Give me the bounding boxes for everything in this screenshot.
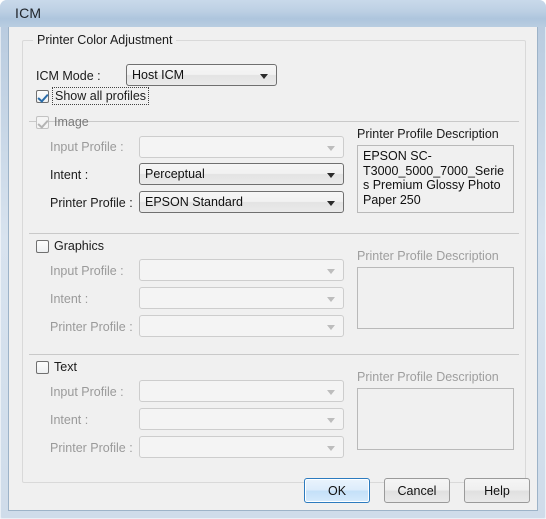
image-intent-label: Intent : [50,168,89,182]
icm-mode-value: Host ICM [132,68,185,82]
image-input-profile-dropdown [139,136,344,158]
text-description-box [357,388,514,450]
icm-dialog-window: ICM Printer Color Adjustment ICM Mode : … [0,0,546,519]
text-section-checkbox[interactable]: Text [36,360,77,374]
image-intent-value: Perceptual [145,167,205,181]
text-description-label: Printer Profile Description [357,370,499,384]
group-title: Printer Color Adjustment [33,33,177,47]
chevron-down-icon [327,325,335,330]
graphics-intent-dropdown [139,287,344,309]
image-section-checkbox[interactable]: Image [36,115,89,129]
chevron-down-icon [327,269,335,274]
cancel-button[interactable]: Cancel [384,478,450,503]
ok-button[interactable]: OK [304,478,370,503]
graphics-description-label: Printer Profile Description [357,249,499,263]
checkbox-icon [36,89,49,103]
chevron-down-icon [260,74,268,79]
image-input-profile-label: Input Profile : [50,140,124,154]
text-input-profile-label: Input Profile : [50,385,124,399]
separator-above-image [29,121,519,122]
chevron-down-icon [327,146,335,151]
separator-above-text [29,354,519,355]
image-section-label: Image [54,115,89,129]
title-bar[interactable]: ICM [0,0,546,27]
graphics-section-checkbox[interactable]: Graphics [36,239,104,253]
show-all-profiles-checkbox[interactable]: Show all profiles [36,87,150,105]
image-description-label: Printer Profile Description [357,127,499,141]
graphics-intent-label: Intent : [50,292,89,306]
chevron-down-icon [327,201,335,206]
dialog-client-area: Printer Color Adjustment ICM Mode : Host… [8,27,538,511]
show-all-profiles-label: Show all profiles [51,87,150,105]
graphics-section-label: Graphics [54,239,105,253]
icm-mode-label: ICM Mode : [36,69,101,83]
image-intent-dropdown[interactable]: Perceptual [139,163,344,185]
checkbox-icon [36,115,49,129]
graphics-printer-profile-label: Printer Profile : [50,320,133,334]
chevron-down-icon [327,418,335,423]
icm-mode-dropdown[interactable]: Host ICM [126,64,277,86]
image-printer-profile-label: Printer Profile : [50,196,133,210]
chevron-down-icon [327,446,335,451]
chevron-down-icon [327,173,335,178]
window-title: ICM [15,5,42,21]
graphics-printer-profile-dropdown [139,315,344,337]
image-printer-profile-dropdown[interactable]: EPSON Standard [139,191,344,213]
graphics-input-profile-label: Input Profile : [50,264,124,278]
chevron-down-icon [327,297,335,302]
checkbox-icon [36,239,49,253]
text-printer-profile-label: Printer Profile : [50,441,133,455]
separator-above-graphics [29,233,519,234]
graphics-input-profile-dropdown [139,259,344,281]
text-section-label: Text [54,360,77,374]
text-input-profile-dropdown [139,380,344,402]
chevron-down-icon [327,390,335,395]
text-intent-label: Intent : [50,413,89,427]
text-intent-dropdown [139,408,344,430]
graphics-description-box [357,267,514,329]
help-button[interactable]: Help [464,478,530,503]
checkbox-icon [36,360,49,374]
image-printer-profile-value: EPSON Standard [145,195,243,209]
text-printer-profile-dropdown [139,436,344,458]
image-description-box: EPSON SC-T3000_5000_7000_Series Premium … [357,145,514,213]
